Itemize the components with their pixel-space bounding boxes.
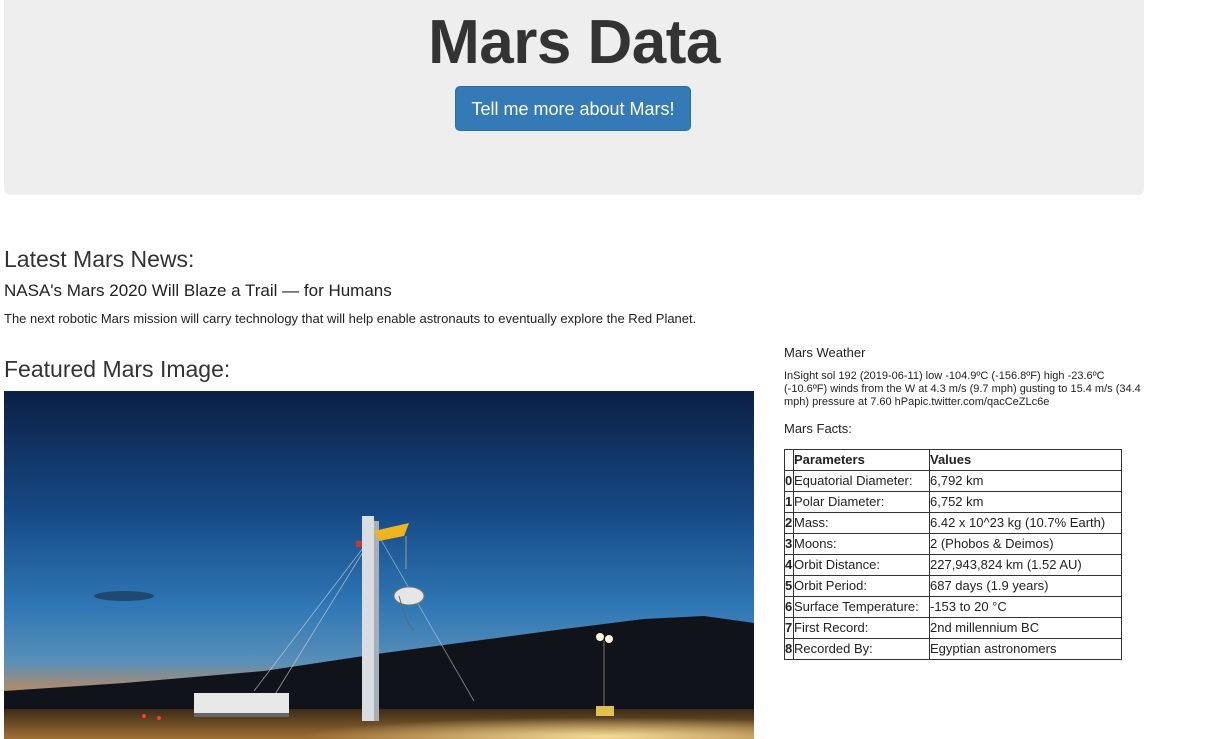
page-title: Mars Data xyxy=(428,8,720,77)
facts-column-index xyxy=(784,449,794,471)
featured-image[interactable] xyxy=(4,391,754,739)
facts-table: Parameters Values 0 Equatorial Diameter:… xyxy=(784,449,1122,660)
row-parameter: First Record: xyxy=(793,617,930,639)
row-index: 2 xyxy=(784,512,794,534)
news-title: NASA's Mars 2020 Will Blaze a Trail — fo… xyxy=(4,281,392,300)
table-row: 1 Polar Diameter: 6,752 km xyxy=(784,491,1122,513)
weather-heading: Mars Weather xyxy=(784,345,866,360)
row-parameter: Surface Temperature: xyxy=(793,596,930,618)
row-index: 4 xyxy=(784,554,794,576)
row-parameter: Equatorial Diameter: xyxy=(793,470,930,492)
row-value: 687 days (1.9 years) xyxy=(929,575,1122,597)
table-row: 6 Surface Temperature: -153 to 20 °C xyxy=(784,596,1122,618)
row-parameter: Moons: xyxy=(793,533,930,555)
row-index: 7 xyxy=(784,617,794,639)
scrape-button[interactable]: Tell me more about Mars! xyxy=(455,86,691,131)
table-row: 0 Equatorial Diameter: 6,792 km xyxy=(784,470,1122,492)
table-row: 5 Orbit Period: 687 days (1.9 years) xyxy=(784,575,1122,597)
row-value: 6.42 x 10^23 kg (10.7% Earth) xyxy=(929,512,1122,534)
row-value: 2nd millennium BC xyxy=(929,617,1122,639)
table-row: 7 First Record: 2nd millennium BC xyxy=(784,617,1122,639)
row-parameter: Recorded By: xyxy=(793,638,930,660)
featured-image-graphic xyxy=(4,391,754,739)
facts-column-parameters: Parameters xyxy=(793,449,930,471)
row-value: 227,943,824 km (1.52 AU) xyxy=(929,554,1122,576)
featured-image-heading: Featured Mars Image: xyxy=(4,356,231,382)
row-value: 2 (Phobos & Deimos) xyxy=(929,533,1122,555)
row-index: 8 xyxy=(784,638,794,660)
facts-column-values: Values xyxy=(929,449,1122,471)
facts-heading: Mars Facts: xyxy=(784,421,852,436)
row-parameter: Orbit Period: xyxy=(793,575,930,597)
jumbotron: Mars Data Tell me more about Mars! xyxy=(4,0,1144,195)
table-row: 3 Moons: 2 (Phobos & Deimos) xyxy=(784,533,1122,555)
row-value: -153 to 20 °C xyxy=(929,596,1122,618)
row-value: 6,792 km xyxy=(929,470,1122,492)
row-value: Egyptian astronomers xyxy=(929,638,1122,660)
table-row: 8 Recorded By: Egyptian astronomers xyxy=(784,638,1122,660)
row-parameter: Orbit Distance: xyxy=(793,554,930,576)
row-index: 6 xyxy=(784,596,794,618)
news-teaser: The next robotic Mars mission will carry… xyxy=(4,311,697,326)
news-heading: Latest Mars News: xyxy=(4,246,195,272)
facts-header-row: Parameters Values xyxy=(784,449,1122,471)
weather-text: InSight sol 192 (2019-06-11) low -104.9º… xyxy=(784,370,1141,408)
row-index: 3 xyxy=(784,533,794,555)
row-value: 6,752 km xyxy=(929,491,1122,513)
table-row: 2 Mass: 6.42 x 10^23 kg (10.7% Earth) xyxy=(784,512,1122,534)
row-index: 0 xyxy=(784,470,794,492)
table-row: 4 Orbit Distance: 227,943,824 km (1.52 A… xyxy=(784,554,1122,576)
row-parameter: Mass: xyxy=(793,512,930,534)
row-index: 5 xyxy=(784,575,794,597)
row-parameter: Polar Diameter: xyxy=(793,491,930,513)
row-index: 1 xyxy=(784,491,794,513)
